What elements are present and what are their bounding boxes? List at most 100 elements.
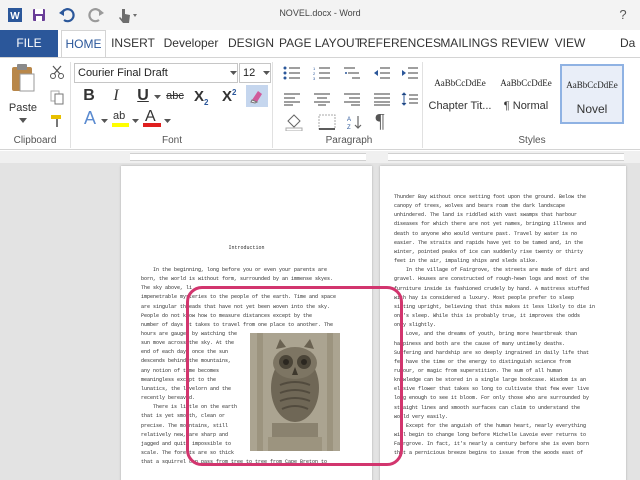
bullets-icon[interactable] — [282, 64, 302, 82]
style-name: Novel — [576, 102, 608, 116]
font-size-dropdown-icon[interactable] — [261, 63, 271, 83]
align-right-icon[interactable] — [342, 90, 362, 108]
style-normal[interactable]: AaBbCcDdEe ¶ Normal — [494, 64, 558, 124]
font-color-dropdown-icon[interactable] — [163, 118, 171, 124]
strikethrough-button[interactable]: abc — [164, 90, 186, 102]
word-window: W NOVEL.docx - Word ? FILE HOME INSERT D… — [0, 0, 640, 480]
font-name-dropdown-icon[interactable] — [228, 63, 238, 83]
text-line: world very easily. — [394, 413, 449, 420]
highlight-label: ab — [113, 110, 126, 122]
subscript-button[interactable]: X2 — [194, 88, 214, 108]
text-line: diseases for which there are not yet nam… — [394, 221, 587, 228]
justify-icon[interactable] — [372, 90, 392, 108]
bold-button[interactable]: B — [80, 87, 98, 105]
style-novel[interactable]: AaBbCcDdEe Novel — [560, 64, 624, 124]
show-formatting-marks-icon[interactable]: ¶ — [370, 110, 390, 132]
title-bar: W NOVEL.docx - Word ? — [0, 0, 640, 30]
text-effects-dropdown-icon[interactable] — [100, 118, 108, 124]
text-line: happiness and both are the cause of many… — [394, 340, 566, 347]
text-line: straight lines and smooth surfaces can c… — [394, 404, 581, 411]
clipboard-icon[interactable] — [6, 62, 40, 94]
italic-button[interactable]: I — [109, 87, 123, 105]
text-line: Except for the anguish of the human hear… — [394, 422, 587, 429]
superscript-button[interactable]: X2 — [222, 88, 242, 108]
ribbon-tabs: FILE HOME INSERT Developer DESIGN PAGE L… — [0, 30, 640, 58]
subscript-label: X — [194, 88, 205, 105]
tab-insert[interactable]: INSERT — [109, 30, 157, 57]
numbering-icon[interactable]: 123 — [312, 64, 332, 82]
horizontal-ruler[interactable] — [0, 151, 640, 163]
tab-references[interactable]: REFERENCES — [359, 30, 441, 57]
page-right[interactable]: Thunder Bay without once setting foot up… — [380, 166, 626, 480]
font-color-swatch — [143, 123, 161, 127]
clear-formatting-icon[interactable] — [246, 85, 268, 107]
highlight-dropdown-icon[interactable] — [131, 118, 139, 124]
underline-button[interactable]: U — [134, 87, 152, 105]
text-line: few have the time or the energy to disti… — [394, 358, 572, 365]
group-divider — [422, 62, 423, 148]
align-center-icon[interactable] — [312, 90, 332, 108]
styles-gallery: AaBbCcDdEe Chapter Tit... AaBbCcDdEe ¶ N… — [424, 62, 640, 132]
tab-mailings[interactable]: MAILINGS — [440, 30, 498, 57]
text-effects-button[interactable]: A — [81, 108, 99, 129]
text-line: that a pernicious breeze begins to issue… — [394, 450, 584, 457]
style-preview: AaBbCcDdEe — [434, 78, 486, 88]
text-line: Fairgrove. In fact, it's nearly a centur… — [394, 441, 590, 448]
paragraph-group-label: Paragraph — [325, 135, 373, 146]
tab-home[interactable]: HOME — [61, 30, 106, 58]
paste-button[interactable]: Paste — [6, 102, 40, 114]
text-line: will begin to change long before Michell… — [394, 432, 587, 439]
font-name-field[interactable]: Courier Final Draft — [74, 63, 238, 83]
text-line: furniture inside is fashioned crudely by… — [394, 285, 590, 292]
text-line: winter, pointed peaks of ice can suddenl… — [394, 248, 584, 255]
multilevel-list-icon[interactable] — [342, 64, 362, 82]
text-line: In the beginning, long before you or eve… — [141, 267, 328, 273]
font-group-label: Font — [161, 135, 182, 146]
highlight-color-button[interactable]: ab — [110, 110, 130, 128]
text-line: one's sleep. While this is probably true… — [394, 313, 581, 320]
help-button[interactable]: ? — [612, 4, 634, 24]
decrease-indent-icon[interactable] — [372, 64, 392, 82]
tab-developer[interactable]: Developer — [160, 30, 222, 57]
line-spacing-icon[interactable] — [400, 90, 420, 108]
group-divider — [70, 62, 71, 148]
text-line: Love, and the dreams of youth, bring mor… — [394, 331, 578, 338]
tab-review[interactable]: REVIEW — [500, 30, 550, 57]
shading-icon[interactable] — [282, 112, 306, 132]
superscript-mark: 2 — [232, 88, 237, 97]
format-painter-icon[interactable] — [48, 112, 66, 130]
text-line: born, the world is without form, surroun… — [141, 276, 334, 283]
group-divider — [272, 62, 273, 148]
ruler-strip-left — [130, 153, 366, 161]
align-left-icon[interactable] — [282, 90, 302, 108]
text-line: rumour, or magic from superstition. The … — [394, 367, 563, 374]
text-line: sitting upright, believing that this mak… — [394, 303, 596, 310]
tab-design[interactable]: DESIGN — [225, 30, 277, 57]
font-color-button[interactable]: A — [142, 108, 162, 128]
subscript-mark: 2 — [204, 98, 209, 107]
help-icon: ? — [619, 6, 627, 22]
tab-data[interactable]: Da — [620, 30, 640, 57]
svg-text:A: A — [347, 117, 351, 123]
borders-icon[interactable] — [315, 112, 339, 132]
tab-view[interactable]: VIEW — [552, 30, 588, 57]
tab-file[interactable]: FILE — [0, 30, 58, 57]
paste-dropdown-icon[interactable] — [18, 116, 28, 124]
ruler-strip-right — [388, 153, 624, 161]
style-chapter-title[interactable]: AaBbCcDdEe Chapter Tit... — [428, 64, 492, 124]
text-line: Suffering and hardship are so deeply ing… — [394, 349, 590, 356]
copy-icon[interactable] — [48, 88, 66, 106]
svg-text:Z: Z — [347, 125, 351, 130]
sort-icon[interactable]: AZ — [345, 112, 365, 132]
style-name: Chapter Tit... — [428, 100, 492, 112]
document-title: NOVEL.docx - Word — [279, 8, 361, 18]
text-line: long enough to see it bloom. For only th… — [394, 395, 590, 402]
cut-icon[interactable] — [48, 63, 66, 81]
styles-group-label: Styles — [518, 135, 546, 146]
increase-indent-icon[interactable] — [400, 64, 420, 82]
tab-page-layout[interactable]: PAGE LAYOUT — [279, 30, 362, 57]
underline-dropdown-icon[interactable] — [153, 94, 161, 100]
right-page-text: Thunder Bay without once setting foot up… — [394, 193, 622, 459]
text-line: gravel. Houses are constructed of rough-… — [394, 276, 590, 283]
text-line: only slightly. — [394, 322, 437, 329]
